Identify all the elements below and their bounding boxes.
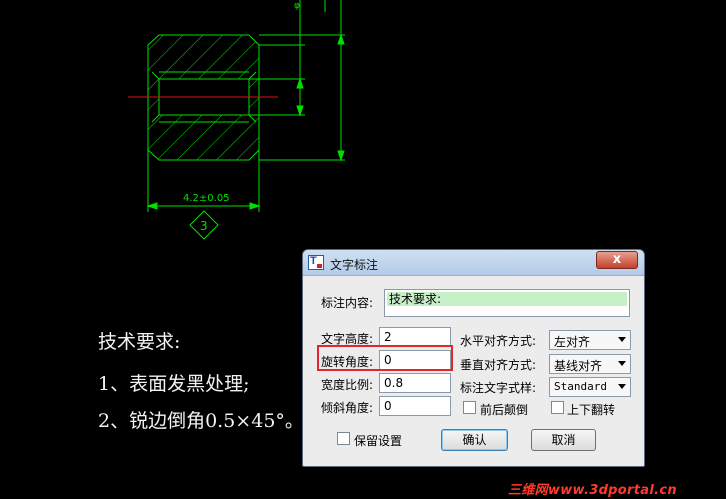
app-logo-icon: T (308, 255, 324, 270)
top-dim-text: φ (294, 1, 300, 11)
style-label: 标注文字式样: (460, 381, 537, 395)
tech-item-1: 1、表面发黑处理; (98, 373, 250, 395)
chevron-down-icon (618, 384, 626, 389)
width-ratio-input[interactable]: 0.8 (379, 373, 451, 393)
keep-settings-checkbox[interactable] (337, 432, 350, 445)
content-label: 标注内容: (321, 296, 374, 310)
dimension-text: 4.2±0.05 (183, 193, 230, 204)
tech-item-2: 2、锐边倒角0.5×45°。 (98, 410, 304, 432)
v-align-value: 基线对齐 (554, 359, 603, 373)
h-align-select[interactable]: 左对齐 (549, 330, 631, 350)
highlight-box (317, 345, 453, 371)
v-align-select[interactable]: 基线对齐 (549, 354, 631, 374)
reverse-label: 前后颠倒 (480, 403, 529, 417)
part-section-view (146, 0, 345, 240)
text-annotation-dialog: T 文字标注 x 标注内容: 技术要求: 文字高度: 2 旋转角度: 0 宽度比… (302, 249, 645, 467)
v-align-label: 垂直对齐方式: (460, 358, 537, 372)
h-align-label: 水平对齐方式: (460, 334, 537, 348)
style-select[interactable]: Standard (549, 377, 631, 397)
text-height-input[interactable]: 2 (379, 327, 451, 347)
dialog-titlebar[interactable]: T 文字标注 x (303, 250, 644, 276)
tech-heading: 技术要求: (98, 331, 181, 353)
close-button[interactable]: x (596, 251, 638, 269)
flip-label: 上下翻转 (567, 403, 616, 417)
flip-checkbox[interactable] (551, 401, 564, 414)
width-ratio-label: 宽度比例: (321, 378, 374, 392)
watermark: 三维网www.3dportal.cn (508, 483, 677, 498)
content-input[interactable]: 技术要求: (384, 289, 630, 317)
balloon-number: 3 (200, 219, 208, 233)
chevron-down-icon (618, 337, 626, 342)
cancel-button[interactable]: 取消 (531, 429, 596, 451)
dialog-title: 文字标注 (330, 258, 379, 272)
ok-button[interactable]: 确认 (441, 429, 508, 451)
h-align-value: 左对齐 (554, 335, 591, 349)
slant-input[interactable]: 0 (379, 396, 451, 416)
content-value: 技术要求: (387, 292, 627, 306)
slant-label: 倾斜角度: (321, 401, 374, 415)
keep-settings-label: 保留设置 (354, 434, 403, 448)
chevron-down-icon (618, 361, 626, 366)
reverse-checkbox[interactable] (463, 401, 476, 414)
style-value: Standard (554, 380, 607, 393)
